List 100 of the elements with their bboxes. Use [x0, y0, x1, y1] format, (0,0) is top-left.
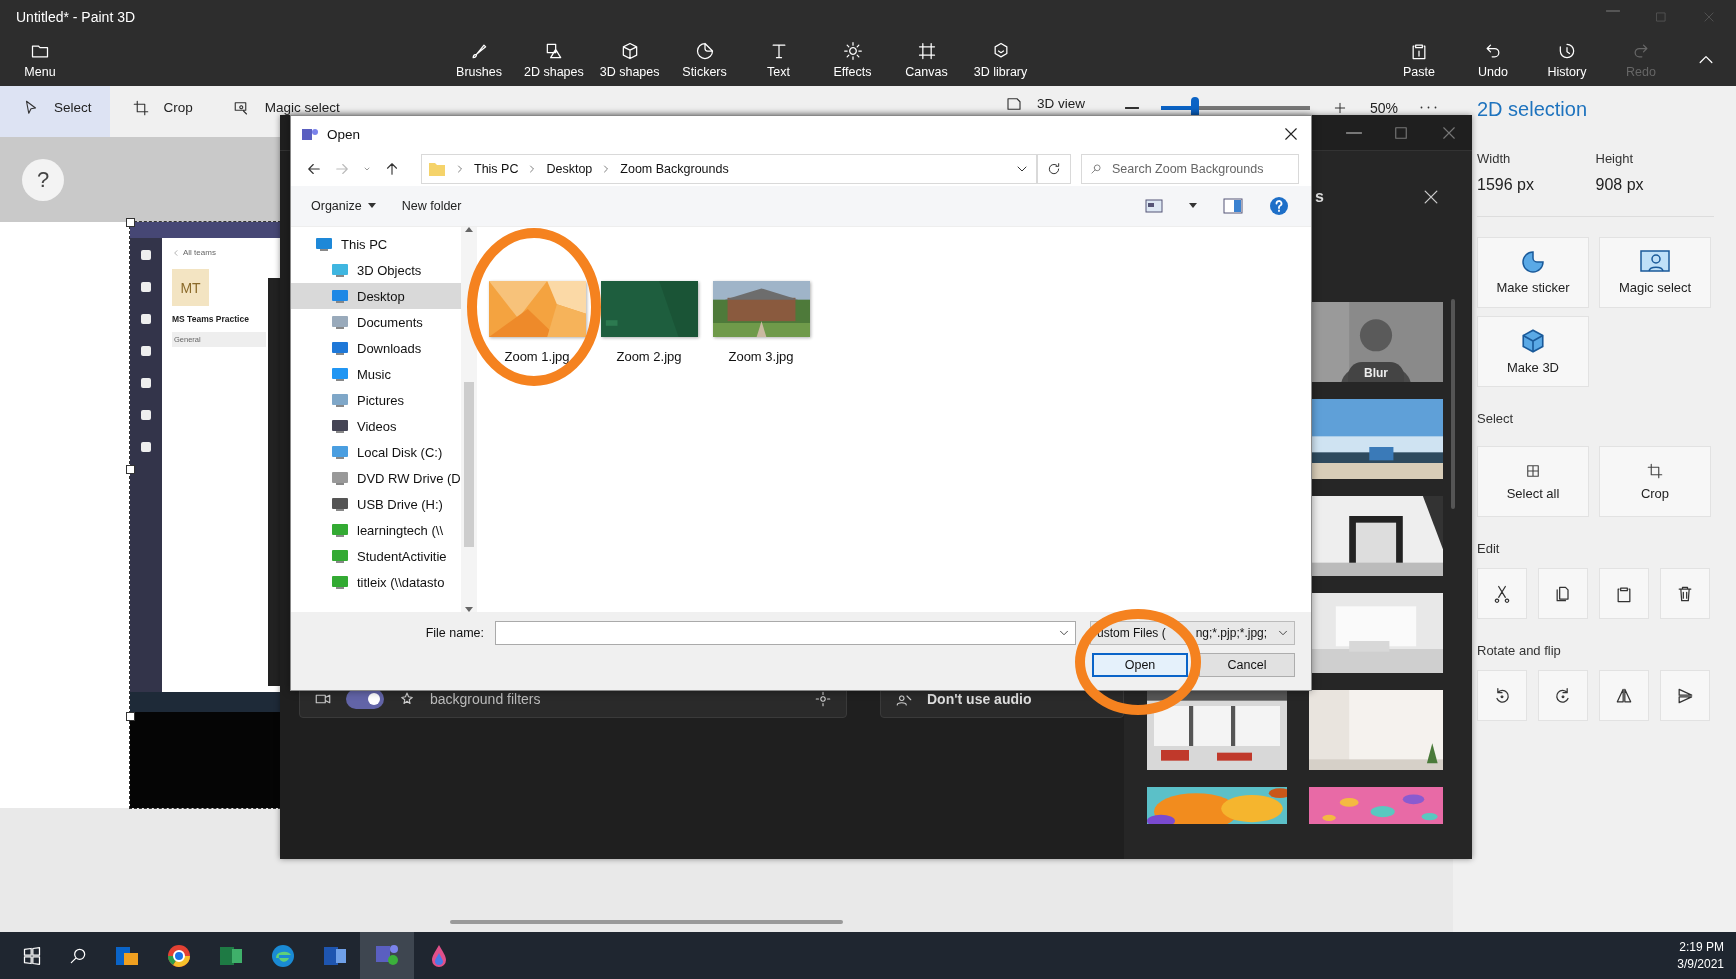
tool-button[interactable]: Crop: [109, 86, 211, 137]
more-icon: [1420, 106, 1437, 109]
tool-button[interactable]: Select: [0, 86, 110, 137]
menu-button[interactable]: Menu: [12, 33, 68, 86]
height-value: 908 px: [1595, 176, 1645, 194]
resize-handle[interactable]: [126, 465, 135, 474]
search-field[interactable]: Search Zoom Backgrounds: [1081, 154, 1299, 184]
team-tile: MT: [172, 269, 209, 306]
nav-item[interactable]: Local Disk (C:): [291, 439, 461, 465]
nav-item[interactable]: USB Drive (H:): [291, 491, 461, 517]
toolbar-button[interactable]: Canvas: [893, 33, 960, 86]
sidebar-icon: [141, 410, 151, 420]
preview-pane-icon[interactable]: [1223, 198, 1243, 214]
rotate-button[interactable]: [1538, 670, 1588, 721]
rotate-button[interactable]: [1477, 670, 1527, 721]
edit-button[interactable]: [1660, 568, 1710, 619]
browser-icon[interactable]: [166, 942, 192, 969]
dialog-title: Open: [327, 126, 361, 142]
nav-item[interactable]: Videos: [291, 413, 461, 439]
organize-menu[interactable]: Organize: [311, 199, 376, 213]
refresh-button[interactable]: [1037, 154, 1071, 184]
music-icon: [331, 366, 349, 382]
file-item[interactable]: Zoom 2.jpg: [599, 281, 699, 364]
video-icon: [331, 418, 349, 434]
toolbar-button[interactable]: Text: [745, 33, 812, 86]
action-button[interactable]: Select all: [1477, 446, 1589, 517]
edit-button[interactable]: [1477, 568, 1527, 619]
width-label: Width: [1477, 151, 1512, 166]
toolbar-button[interactable]: History: [1534, 33, 1600, 86]
caret-icon: [367, 203, 376, 209]
nav-item[interactable]: DVD RW Drive (D: [291, 465, 461, 491]
cube-icon: [331, 262, 349, 278]
dialog-button[interactable]: Open: [1092, 653, 1188, 677]
back-link[interactable]: All teams: [183, 248, 216, 257]
zoom-reading: 50%: [1369, 99, 1398, 116]
scrollbar[interactable]: [461, 227, 477, 612]
rotate-button[interactable]: [1660, 670, 1710, 721]
address-bar[interactable]: This PC Desktop Zoom Backgrounds: [421, 154, 1037, 184]
scrollbar[interactable]: [450, 920, 843, 924]
toolbar-button[interactable]: Undo: [1460, 33, 1526, 86]
dialog-button[interactable]: Cancel: [1199, 653, 1295, 677]
team-name: MS Teams Practice: [172, 314, 249, 324]
panel-title: 2D selection: [1477, 98, 1589, 121]
nav-item[interactable]: titleix (\\datasto: [291, 569, 461, 595]
edit-button[interactable]: [1599, 568, 1649, 619]
file-name-label: File name:: [425, 626, 484, 640]
action-button[interactable]: Make sticker: [1477, 237, 1589, 308]
sidebar-icon: [141, 314, 151, 324]
help-icon[interactable]: [1269, 196, 1289, 216]
file-item[interactable]: Zoom 1.jpg: [487, 281, 587, 364]
resize-handle[interactable]: [126, 712, 135, 721]
minimize-icon: [1606, 9, 1620, 12]
edit-button[interactable]: [1538, 568, 1588, 619]
file-item[interactable]: Zoom 3.jpg: [711, 281, 811, 364]
toolbar-button[interactable]: 3D library: [967, 33, 1034, 86]
close-icon: [1282, 125, 1300, 143]
view-options-icon[interactable]: [1145, 199, 1163, 213]
nav-item[interactable]: StudentActivitie: [291, 543, 461, 569]
download-icon: [331, 340, 349, 356]
toggle-switch[interactable]: [346, 689, 384, 709]
folder-icon: [428, 161, 446, 177]
nav-item[interactable]: 3D Objects: [291, 257, 461, 283]
nav-item[interactable]: Music: [291, 361, 461, 387]
settings-icon: [814, 690, 832, 708]
path-segment[interactable]: Zoom Backgrounds: [620, 162, 729, 176]
nav-item[interactable]: learningtech (\\: [291, 517, 461, 543]
rotate-button[interactable]: [1599, 670, 1649, 721]
scrollbar[interactable]: [1451, 299, 1455, 509]
path-segment[interactable]: Desktop: [546, 162, 593, 176]
action-button[interactable]: Magic select: [1599, 237, 1711, 308]
nav-item[interactable]: Documents: [291, 309, 461, 335]
path-segment[interactable]: This PC: [474, 162, 519, 176]
nav-item[interactable]: Desktop: [291, 283, 461, 309]
caret-icon[interactable]: [1189, 203, 1197, 209]
file-name-field[interactable]: [495, 621, 1076, 645]
cube-icon: [1520, 328, 1546, 354]
toolbar-button[interactable]: Stickers: [671, 33, 738, 86]
scissors-icon: [1492, 583, 1512, 604]
sidebar-icon: [141, 346, 151, 356]
toolbar-button[interactable]: Brushes: [446, 33, 512, 86]
pictures-icon: [331, 392, 349, 408]
clock-date: 3/9/2021: [1677, 957, 1724, 971]
nav-item[interactable]: This PC: [291, 231, 461, 257]
maximize-icon: [1654, 9, 1668, 24]
resize-handle[interactable]: [126, 218, 135, 227]
computer-icon: [315, 236, 333, 252]
browser-icon[interactable]: [270, 942, 296, 969]
nav-item[interactable]: Pictures: [291, 387, 461, 413]
action-button[interactable]: Make 3D: [1477, 316, 1589, 387]
nav-item[interactable]: Downloads: [291, 335, 461, 361]
toolbar-button[interactable]: Paste: [1386, 33, 1452, 86]
toolbar-button[interactable]: 2D shapes: [520, 33, 588, 86]
help-button[interactable]: ?: [22, 158, 64, 201]
clock-time: 2:19 PM: [1679, 940, 1724, 954]
section-label: Edit: [1477, 541, 1501, 556]
action-button[interactable]: Crop: [1599, 446, 1711, 517]
crop-icon: [131, 98, 150, 117]
toolbar-button[interactable]: Effects: [819, 33, 886, 86]
new-folder-button[interactable]: New folder: [401, 199, 462, 213]
toolbar-button[interactable]: 3D shapes: [595, 33, 664, 86]
